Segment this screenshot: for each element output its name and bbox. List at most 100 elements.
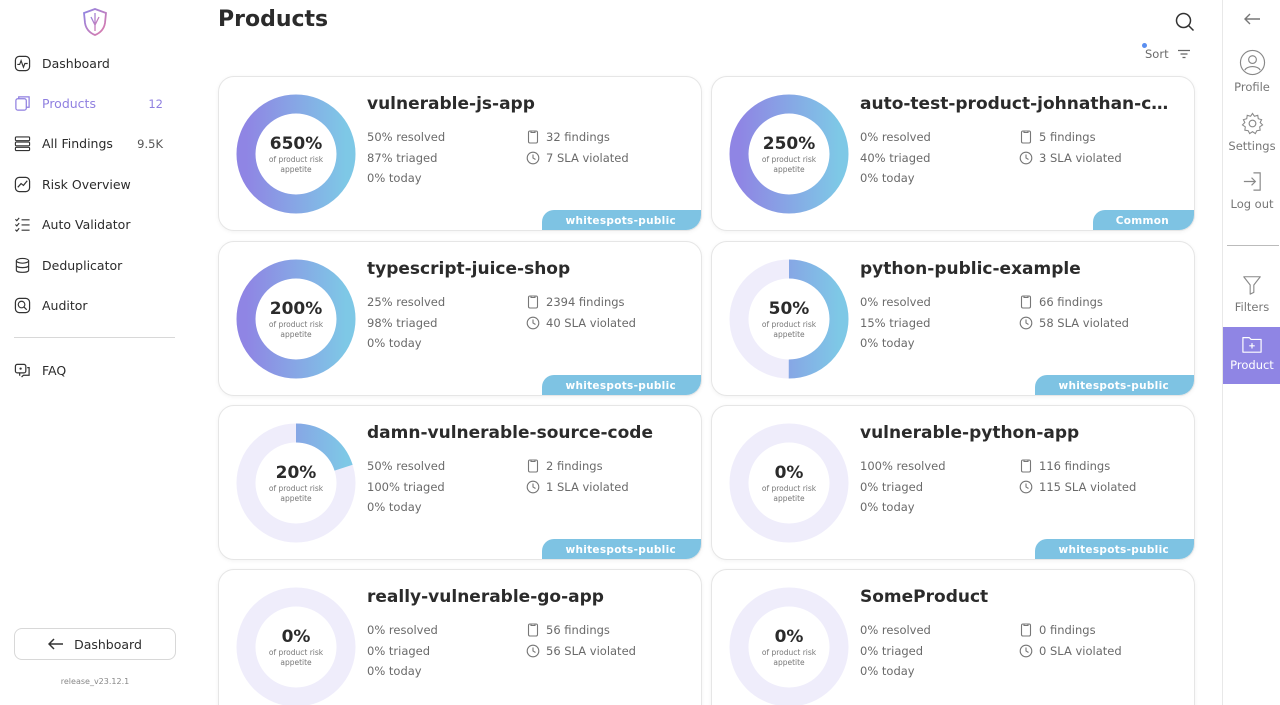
findings-icon bbox=[1020, 459, 1032, 473]
sort-label: Sort bbox=[1145, 47, 1169, 61]
triaged-label: triaged bbox=[388, 643, 431, 658]
product-card[interactable]: 50% of product risk appetite python-public… bbox=[711, 241, 1195, 396]
products-icon bbox=[14, 95, 31, 112]
resolved-value: 100% bbox=[860, 459, 893, 473]
filters-button[interactable]: Filters bbox=[1223, 274, 1280, 314]
sidebar-item-auditor[interactable]: Auditor bbox=[0, 285, 190, 325]
risk-percentage: 650% bbox=[269, 133, 323, 154]
rail-divider bbox=[1227, 245, 1279, 246]
findings-count: 5 findings bbox=[1019, 127, 1122, 148]
resolved-label: resolved bbox=[881, 295, 931, 309]
findings-count: 0 findings bbox=[1019, 620, 1122, 641]
today-value: 0% bbox=[367, 664, 386, 678]
triaged-value: 0% bbox=[860, 479, 879, 494]
sort-button[interactable]: Sort bbox=[1145, 47, 1191, 61]
findings-value: 66 findings bbox=[1039, 295, 1103, 309]
product-card[interactable]: 0% of product risk appetite really-vulnera… bbox=[218, 569, 702, 705]
risk-percentage: 0% bbox=[774, 626, 804, 647]
resolved-stat: 0% resolved bbox=[860, 292, 931, 313]
triaged-value: 0% bbox=[367, 643, 386, 658]
product-card[interactable]: 200% of product risk appetite typescript-j… bbox=[218, 241, 702, 396]
findings-icon bbox=[1020, 130, 1032, 144]
resolved-value: 50% bbox=[367, 130, 393, 144]
product-name[interactable]: auto-test-product-johnathan-coffey bbox=[860, 94, 1178, 114]
product-card[interactable]: 0% of product risk appetite vulnerable-pyt… bbox=[711, 405, 1195, 560]
logout-icon bbox=[1243, 172, 1261, 191]
sla-value: 115 SLA violated bbox=[1039, 479, 1137, 494]
resolved-value: 0% bbox=[860, 130, 879, 144]
sidebar: Dashboard Products 12 All Findings 9.5K Risk … bbox=[0, 0, 190, 705]
today-label: today bbox=[388, 336, 422, 350]
product-findings-stats: 2394 findings 40 SLA violated bbox=[526, 292, 636, 333]
triaged-label: triaged bbox=[881, 479, 924, 494]
risk-percentage: 0% bbox=[281, 626, 311, 647]
product-card[interactable]: 20% of product risk appetite damn-vulnerab… bbox=[218, 405, 702, 560]
resolved-label: resolved bbox=[396, 130, 446, 144]
product-progress-stats: 0% resolved 0% triaged 0% today bbox=[367, 620, 438, 682]
resolved-label: resolved bbox=[396, 295, 446, 309]
filter-icon bbox=[1243, 276, 1261, 295]
sla-clock-icon bbox=[526, 316, 540, 330]
risk-percentage: 250% bbox=[762, 133, 816, 154]
sidebar-item-risk-overview[interactable]: Risk Overview bbox=[0, 164, 190, 204]
findings-value: 2 findings bbox=[546, 459, 603, 473]
profile-button[interactable]: Profile bbox=[1223, 49, 1280, 94]
product-card[interactable]: 0% of product risk appetite SomeProduct 0% … bbox=[711, 569, 1195, 705]
sidebar-item-all-findings[interactable]: All Findings 9.5K bbox=[0, 124, 190, 164]
sla-clock-icon bbox=[1019, 480, 1033, 494]
product-findings-stats: 66 findings 58 SLA violated bbox=[1019, 292, 1129, 333]
donut-center: 650% of product risk appetite bbox=[236, 94, 356, 214]
product-name[interactable]: SomeProduct bbox=[860, 587, 988, 607]
sla-value: 7 SLA violated bbox=[546, 150, 629, 165]
logo-shield-icon[interactable] bbox=[82, 8, 108, 36]
resolved-stat: 50% resolved bbox=[367, 127, 445, 148]
sla-violated-count: 0 SLA violated bbox=[1019, 641, 1122, 662]
sla-violated-count: 3 SLA violated bbox=[1019, 148, 1122, 169]
product-name[interactable]: vulnerable-python-app bbox=[860, 423, 1079, 443]
risk-overview-icon bbox=[14, 176, 31, 193]
today-label: today bbox=[388, 171, 422, 185]
add-product-button[interactable]: Product bbox=[1223, 327, 1280, 384]
resolved-label: resolved bbox=[881, 130, 931, 144]
findings-count: 2 findings bbox=[526, 456, 629, 477]
product-findings-stats: 5 findings 3 SLA violated bbox=[1019, 127, 1122, 168]
today-stat: 0% today bbox=[367, 497, 445, 518]
product-label: Product bbox=[1230, 358, 1274, 372]
sidebar-item-products[interactable]: Products 12 bbox=[0, 83, 190, 123]
settings-button[interactable]: Settings bbox=[1223, 112, 1280, 153]
product-name[interactable]: vulnerable-js-app bbox=[367, 94, 535, 114]
sidebar-item-dashboard[interactable]: Dashboard bbox=[0, 43, 190, 83]
risk-caption: of product risk appetite bbox=[268, 483, 324, 503]
back-button-label: Dashboard bbox=[74, 636, 142, 652]
donut-center: 200% of product risk appetite bbox=[236, 259, 356, 379]
triaged-stat: 40% triaged bbox=[860, 148, 931, 169]
team-tag: whitespots-public bbox=[1035, 539, 1194, 559]
product-card[interactable]: 250% of product risk appetite auto-test-pr… bbox=[711, 76, 1195, 231]
findings-icon bbox=[1020, 295, 1032, 309]
sidebar-item-faq[interactable]: FAQ bbox=[0, 350, 190, 390]
sidebar-nav: Dashboard Products 12 All Findings 9.5K Risk … bbox=[0, 43, 190, 326]
sidebar-item-deduplicator[interactable]: Deduplicator bbox=[0, 245, 190, 285]
logout-button[interactable]: Log out bbox=[1223, 170, 1280, 211]
back-to-dashboard-button[interactable]: Dashboard bbox=[14, 628, 176, 660]
product-findings-stats: 0 findings 0 SLA violated bbox=[1019, 620, 1122, 661]
resolved-value: 0% bbox=[860, 623, 879, 637]
search-icon[interactable] bbox=[1175, 12, 1195, 32]
sla-value: 3 SLA violated bbox=[1039, 150, 1122, 165]
product-findings-stats: 2 findings 1 SLA violated bbox=[526, 456, 629, 497]
donut-center: 20% of product risk appetite bbox=[236, 423, 356, 543]
triaged-label: triaged bbox=[889, 315, 931, 330]
resolved-value: 50% bbox=[367, 459, 393, 473]
product-name[interactable]: python-public-example bbox=[860, 259, 1081, 279]
sla-value: 58 SLA violated bbox=[1039, 315, 1129, 330]
risk-caption: of product risk appetite bbox=[268, 647, 324, 667]
product-card[interactable]: 650% of product risk appetite vulnerable-j… bbox=[218, 76, 702, 231]
product-name[interactable]: really-vulnerable-go-app bbox=[367, 587, 604, 607]
product-name[interactable]: typescript-juice-shop bbox=[367, 259, 570, 279]
product-progress-stats: 100% resolved 0% triaged 0% today bbox=[860, 456, 946, 518]
settings-label: Settings bbox=[1228, 139, 1276, 153]
back-arrow-button[interactable] bbox=[1223, 12, 1280, 26]
product-name[interactable]: damn-vulnerable-source-code bbox=[367, 423, 653, 443]
gear-icon bbox=[1241, 112, 1263, 135]
sidebar-item-auto-validator[interactable]: Auto Validator bbox=[0, 205, 190, 245]
